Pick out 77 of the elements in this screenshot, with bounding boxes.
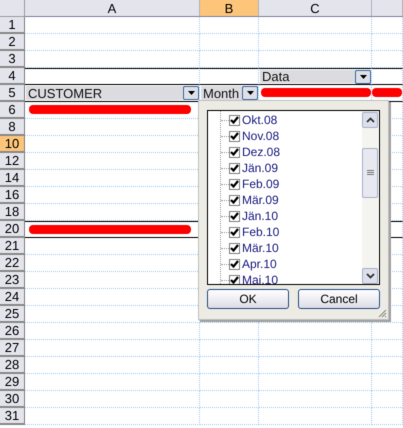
- checkbox[interactable]: [229, 226, 240, 238]
- row-header[interactable]: 2: [0, 34, 25, 51]
- scrollbar[interactable]: [362, 111, 378, 284]
- grid-cell[interactable]: [372, 68, 403, 85]
- row-header[interactable]: 5: [0, 85, 25, 102]
- row-header[interactable]: 10: [0, 136, 25, 153]
- select-all-corner[interactable]: [0, 0, 25, 17]
- chevron-up-icon: [366, 117, 374, 123]
- item-label[interactable]: Okt.08: [242, 113, 278, 127]
- caret-icon: [188, 91, 194, 95]
- item-label[interactable]: Jän.10: [242, 209, 278, 223]
- checkbox[interactable]: [229, 162, 240, 174]
- scroll-down-button[interactable]: [362, 268, 378, 284]
- grid-cell[interactable]: CUSTOMER: [25, 85, 200, 102]
- dialog-button[interactable]: Cancel: [298, 289, 380, 309]
- row-header[interactable]: 27: [0, 340, 25, 357]
- row-header[interactable]: 21: [0, 238, 25, 255]
- row-header[interactable]: 24: [0, 289, 25, 306]
- row-header[interactable]: 3: [0, 51, 25, 68]
- caret-icon: [246, 91, 254, 95]
- grip-lines-icon: [366, 170, 374, 176]
- row-header[interactable]: 26: [0, 323, 25, 340]
- row-header[interactable]: 25: [0, 306, 25, 323]
- checkbox[interactable]: [229, 146, 240, 158]
- checkbox[interactable]: [229, 114, 240, 126]
- resize-grip-icon: [378, 309, 387, 318]
- item-label[interactable]: Feb.10: [242, 225, 280, 239]
- row-header[interactable]: 12: [0, 153, 25, 170]
- row-field-label: CUSTOMER: [27, 86, 102, 100]
- item-label[interactable]: Dez.08: [242, 145, 280, 159]
- scroll-up-button[interactable]: [362, 112, 378, 128]
- checkbox[interactable]: [229, 242, 240, 254]
- row-header[interactable]: 31: [0, 408, 25, 425]
- column-header[interactable]: [372, 0, 403, 17]
- row-header[interactable]: 6: [0, 102, 25, 119]
- data-field-label: Data: [261, 69, 290, 84]
- row-header[interactable]: 30: [0, 391, 25, 408]
- grid-cell[interactable]: Data: [259, 68, 372, 85]
- grid-cell[interactable]: Month: [200, 85, 259, 102]
- item-label[interactable]: Jän.09: [242, 161, 278, 175]
- grid-cell[interactable]: [25, 68, 200, 85]
- row-header[interactable]: 20: [0, 221, 25, 238]
- row-header[interactable]: 23: [0, 272, 25, 289]
- checkbox[interactable]: [229, 194, 240, 206]
- checkbox[interactable]: [229, 274, 240, 284]
- checkbox[interactable]: [229, 178, 240, 190]
- column-header[interactable]: B: [200, 0, 259, 17]
- row-header[interactable]: 14: [0, 170, 25, 187]
- row-header[interactable]: 16: [0, 187, 25, 204]
- item-label[interactable]: Nov.08: [242, 129, 280, 143]
- checkbox[interactable]: [229, 210, 240, 222]
- item-label[interactable]: Mär.09: [242, 193, 279, 207]
- dialog-button[interactable]: OK: [207, 289, 289, 309]
- column-header[interactable]: C: [259, 0, 372, 17]
- row-header[interactable]: 22: [0, 255, 25, 272]
- item-label[interactable]: Feb.09: [242, 177, 280, 191]
- row-header[interactable]: 4: [0, 68, 25, 85]
- checkbox[interactable]: [229, 130, 240, 142]
- grid-cell[interactable]: [200, 68, 259, 85]
- column-field-label: Month: [202, 86, 240, 100]
- dropdown-button[interactable]: [242, 86, 258, 100]
- dropdown-button[interactable]: [183, 86, 199, 100]
- column-header[interactable]: A: [25, 0, 200, 17]
- dropdown-button[interactable]: [355, 70, 371, 84]
- grid-cell[interactable]: [25, 221, 200, 238]
- row-header[interactable]: 8: [0, 119, 25, 136]
- checkbox[interactable]: [229, 258, 240, 270]
- caret-icon: [360, 74, 366, 78]
- row-header[interactable]: 1: [0, 17, 25, 34]
- row-header[interactable]: 18: [0, 204, 25, 221]
- row-header[interactable]: 28: [0, 357, 25, 374]
- item-label[interactable]: Apr.10: [242, 257, 277, 271]
- row-header[interactable]: 29: [0, 374, 25, 391]
- chevron-down-icon: [366, 273, 374, 279]
- item-label[interactable]: Mär.10: [242, 241, 279, 255]
- item-label[interactable]: Mai.10: [242, 273, 278, 284]
- scroll-thumb[interactable]: [362, 148, 378, 198]
